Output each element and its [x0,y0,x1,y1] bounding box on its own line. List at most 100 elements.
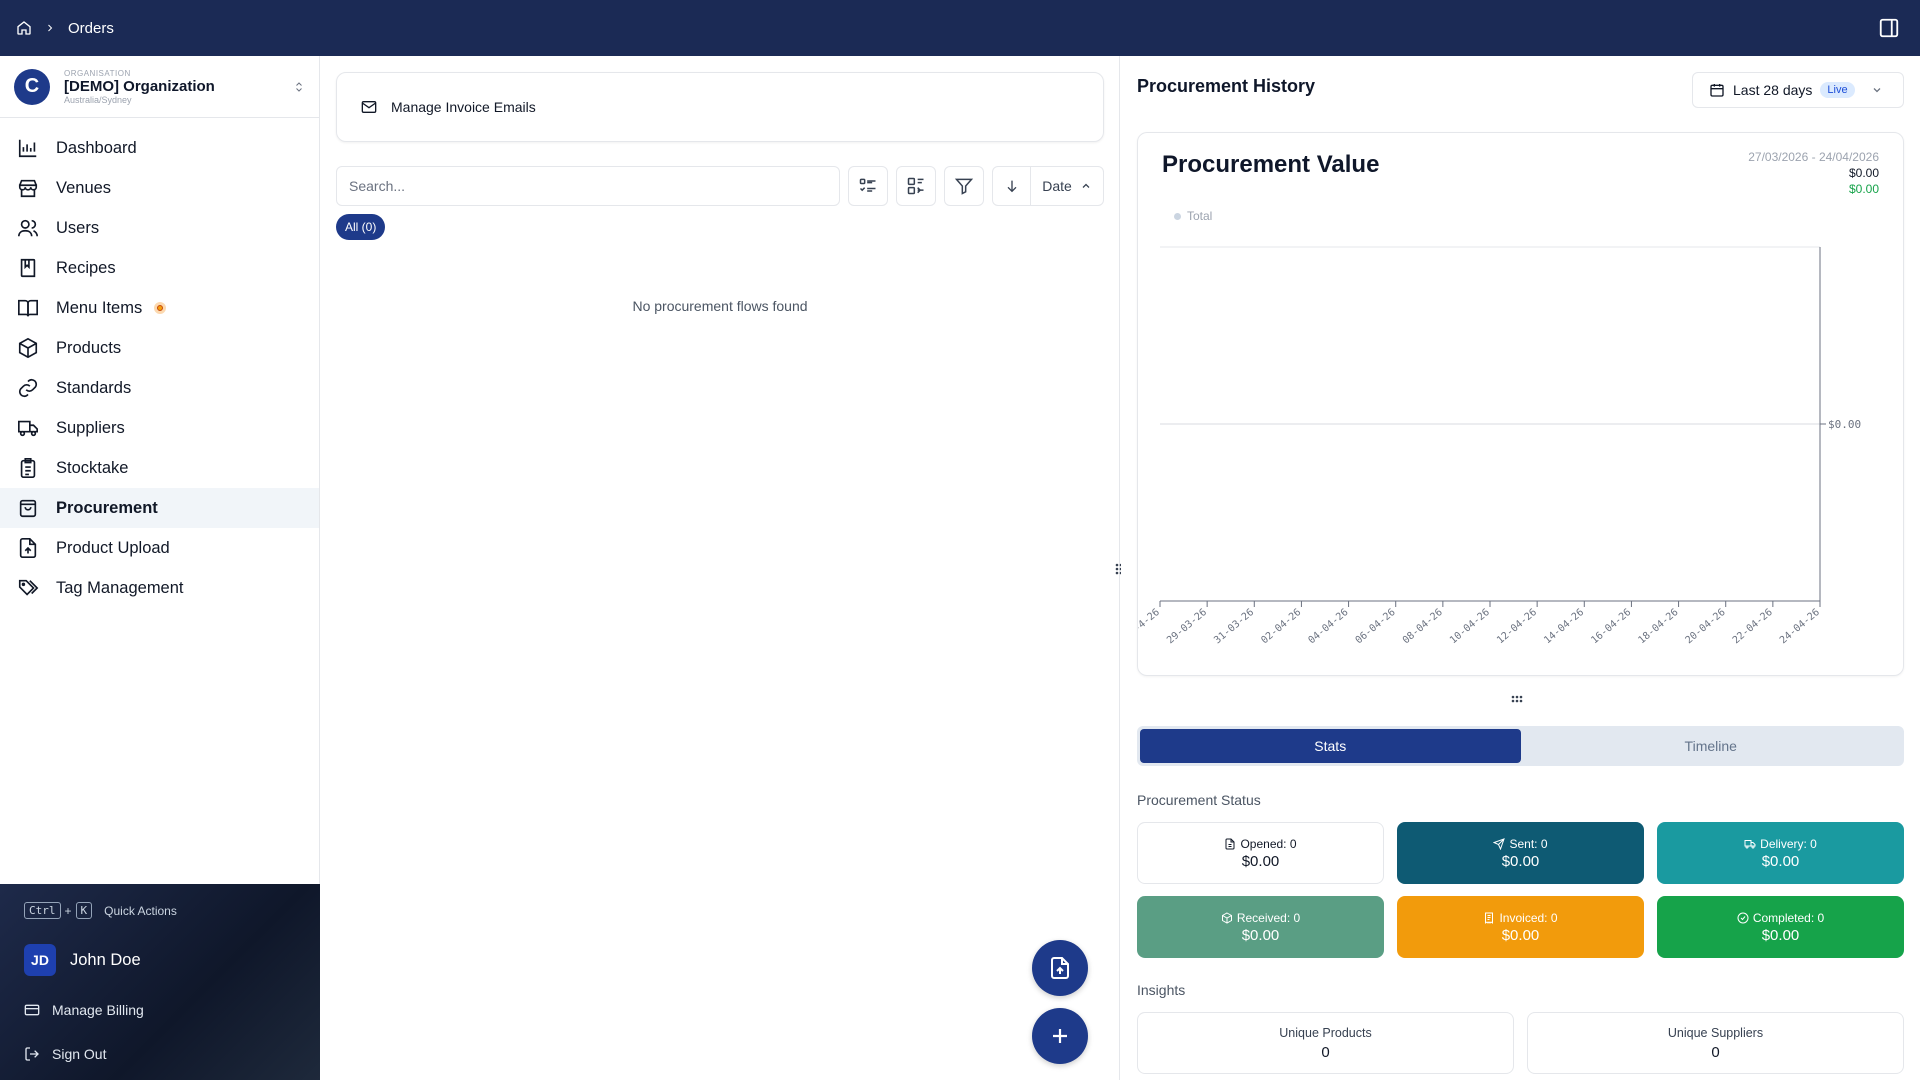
status-card-invoiced[interactable]: Invoiced: 0 $0.00 [1397,896,1644,958]
sidebar: C ORGANISATION [DEMO] Organization Austr… [0,56,320,1080]
top-bar: Orders [0,0,1920,56]
list-view-button[interactable] [848,166,888,206]
boxes-icon [16,336,40,360]
org-switcher[interactable]: C ORGANISATION [DEMO] Organization Austr… [0,56,319,118]
tab-stats[interactable]: Stats [1140,729,1521,763]
date-range-select[interactable]: Last 28 days Live [1692,72,1904,108]
sidebar-item-tag-management[interactable]: Tag Management [0,568,319,608]
users-icon [16,216,40,240]
procurement-history-panel: Procurement History Last 28 days Live Pr… [1121,56,1920,1080]
breadcrumb-orders[interactable]: Orders [68,20,114,37]
layout-switch-icon [906,176,926,196]
status-card-received[interactable]: Received: 0 $0.00 [1137,896,1384,958]
sidebar-item-product-upload[interactable]: Product Upload [0,528,319,568]
x-tick-label: 22-04-26 [1731,607,1775,646]
live-badge: Live [1820,82,1855,98]
x-tick-label: 29-03-26 [1165,607,1209,646]
manage-invoice-emails-button[interactable]: Manage Invoice Emails [336,72,1104,142]
file-icon [1224,838,1236,850]
link-icon [16,376,40,400]
sidebar-item-menu-items[interactable]: Menu Items [0,288,319,328]
home-icon[interactable] [16,20,32,36]
x-tick-label: 20-04-26 [1684,607,1728,646]
x-tick-label: 16-04-26 [1589,607,1633,646]
x-tick-label: -4-26 [1138,607,1162,635]
status-value: $0.00 [1761,852,1800,870]
sidebar-item-dashboard[interactable]: Dashboard [0,128,319,168]
insight-label: Unique Products [1279,1025,1372,1040]
empty-state-message: No procurement flows found [632,298,808,314]
insight-card-unique-suppliers: Unique Suppliers 0 [1527,1012,1904,1074]
sidebar-item-products[interactable]: Products [0,328,319,368]
chevron-up-icon [1080,180,1092,192]
date-range-label: Last 28 days [1733,82,1813,98]
org-logo: C [14,68,50,105]
status-value: $0.00 [1501,926,1540,944]
tab-timeline[interactable]: Timeline [1521,729,1902,763]
sort-control: Date [992,166,1104,206]
y-tick-label: $0.00 [1828,418,1861,431]
upload-document-button[interactable] [1032,940,1088,996]
user-menu[interactable]: JD John Doe [24,944,141,976]
filter-button[interactable] [944,166,984,206]
quick-actions[interactable]: Ctrl + K Quick Actions [24,902,177,919]
sidebar-item-label: Stocktake [56,458,129,477]
sidebar-item-label: Users [56,218,100,237]
sidebar-item-suppliers[interactable]: Suppliers [0,408,319,448]
manage-billing-link[interactable]: Manage Billing [24,1002,144,1018]
sign-out-icon [24,1046,40,1062]
check-circle-icon [1737,912,1749,924]
sidebar-item-label: Product Upload [56,538,170,557]
mail-icon [361,99,377,115]
chart-legend[interactable]: Total [1174,209,1212,223]
list-checks-icon [858,176,878,196]
procurement-list-panel: Manage Invoice Emails Date All (0) No pr… [320,56,1123,1080]
sidebar-item-label: Standards [56,378,132,397]
sort-direction-button[interactable] [993,167,1031,205]
panel-title: Procurement History [1137,76,1316,96]
sidebar-item-label: Menu Items [56,298,143,317]
sidebar-item-stocktake[interactable]: Stocktake [0,448,319,488]
sidebar-item-users[interactable]: Users [0,208,319,248]
sidebar-toggle-icon[interactable] [1878,17,1900,39]
store-icon [16,176,40,200]
kbd-plus: + [64,903,72,918]
status-card-delivery[interactable]: Delivery: 0 $0.00 [1657,822,1904,884]
chevron-down-icon [1871,84,1883,96]
sidebar-item-recipes[interactable]: Recipes [0,248,319,288]
chevrons-updown-icon[interactable] [293,80,305,94]
insight-card-unique-products: Unique Products 0 [1137,1012,1514,1074]
filter-pill-all[interactable]: All (0) [336,214,386,240]
chevron-right-icon [44,22,56,34]
group-view-button[interactable] [896,166,936,206]
procurement-status-heading: Procurement Status [1137,792,1261,808]
bag-icon [16,496,40,520]
status-value: $0.00 [1501,852,1540,870]
sidebar-item-venues[interactable]: Venues [0,168,319,208]
sidebar-item-label: Dashboard [56,138,137,157]
filter-icon [954,176,974,196]
insight-value: 0 [1711,1043,1720,1061]
sort-field-select[interactable]: Date [1031,178,1103,194]
horizontal-resize-handle-icon[interactable] [1508,692,1526,706]
chart-icon [16,136,40,160]
procurement-value-chart: Procurement Value 27/03/2026 - 24/04/202… [1137,132,1904,676]
sidebar-item-standards[interactable]: Standards [0,368,319,408]
chart-title: Procurement Value [1162,151,1380,178]
quick-actions-label: Quick Actions [104,903,177,918]
sidebar-nav: Dashboard Venues Users Recipes Menu Item… [0,118,319,608]
receipt-icon [1483,912,1495,924]
status-card-opened[interactable]: Opened: 0 $0.00 [1137,822,1384,884]
status-card-completed[interactable]: Completed: 0 $0.00 [1657,896,1904,958]
sign-out-link[interactable]: Sign Out [24,1046,106,1062]
arrow-down-icon [1004,178,1020,194]
add-procurement-button[interactable] [1032,1008,1088,1064]
sort-field-label: Date [1042,178,1072,194]
file-upload-icon [1048,956,1072,980]
status-card-sent[interactable]: Sent: 0 $0.00 [1397,822,1644,884]
search-input[interactable] [336,166,840,206]
sidebar-item-procurement[interactable]: Procurement [0,488,319,528]
kbd-k: K [75,902,93,919]
insight-label: Unique Suppliers [1667,1025,1764,1040]
x-tick-label: 04-04-26 [1307,607,1351,646]
